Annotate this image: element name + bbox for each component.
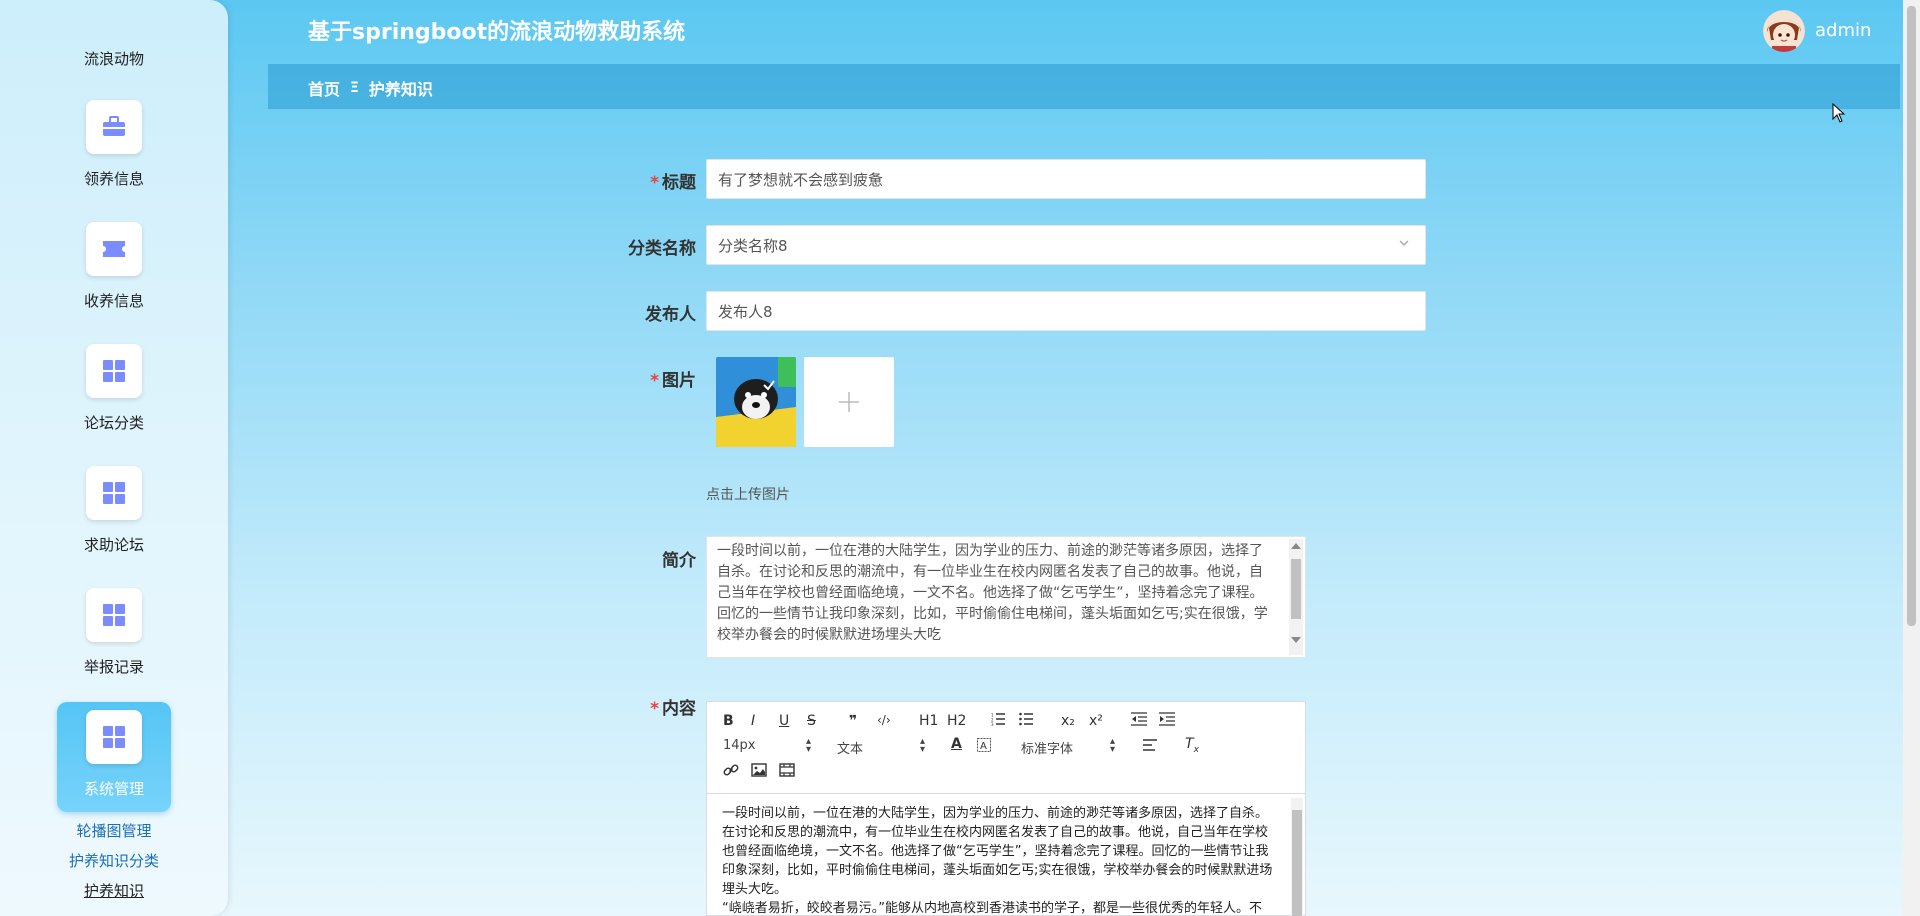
sidebar-item-help-forum[interactable]: 求助论坛 [57,458,171,568]
bold-button[interactable]: B [723,713,734,729]
svg-text:3: 3 [991,722,994,726]
background-color-icon[interactable]: A [977,738,991,756]
sidebar-item-label: 论坛分类 [83,414,144,432]
sidebar-top-label[interactable]: 流浪动物 [0,48,228,69]
publisher-label: 发布人 [645,305,696,325]
link-icon[interactable] [723,762,739,782]
editor-scrollbar[interactable] [1291,798,1303,916]
editor-toolbar: B I U S ❞ ‹/› H1 H2 123 x₂ x² 14px ▴ ▾ 文本… [707,702,1305,794]
editor-paragraph: 一段时间以前，一位在港的大陆学生，因为学业的压力、前途的渺茫等诸多原因，选择了自… [722,806,1273,897]
sidebar-item-label: 举报记录 [83,658,144,676]
image-insert-icon[interactable] [751,762,767,782]
scroll-down-icon[interactable] [1291,637,1301,643]
video-insert-icon[interactable] [779,762,795,782]
select-arrows-icon: ▴ ▾ [1109,736,1115,755]
subscript-button[interactable]: x₂ [1061,713,1075,729]
sidebar-item-label: 收养信息 [83,292,144,310]
select-arrows-icon: ▴ ▾ [919,736,925,755]
breadcrumb-separator: Ξ [350,80,359,96]
italic-button[interactable]: I [751,713,755,729]
blockquote-icon[interactable]: ❞ [849,713,857,729]
breadcrumb-bar: 首页 Ξ 护养知识 [268,64,1900,109]
upload-add-button[interactable] [804,357,894,447]
text-format-select[interactable]: 文本 ▴ ▾ [837,736,925,758]
summary-text: 一段时间以前，一位在港的大陆学生，因为学业的压力、前途的渺茫等诸多原因，选择了自… [717,543,1268,643]
heading2-button[interactable]: H2 [947,713,966,729]
sidebar-subitem-care-category[interactable]: 护养知识分类 [0,850,228,871]
font-family-select[interactable]: 标准字体 ▴ ▾ [1021,736,1115,758]
text-format-value: 文本 [837,742,864,757]
category-label: 分类名称 [628,239,696,259]
breadcrumb-current: 护养知识 [368,80,433,99]
scroll-up-icon[interactable] [1291,543,1301,549]
grid-icon [86,588,142,642]
select-arrows-icon: ▴ ▾ [805,736,811,755]
clear-format-icon[interactable]: Tx [1185,736,1199,755]
font-size-select[interactable]: 14px ▴ ▾ [723,736,811,756]
avatar[interactable] [1763,10,1805,52]
align-icon[interactable] [1143,738,1157,756]
svg-text:A: A [980,741,987,752]
summary-scrollbar[interactable] [1289,539,1303,655]
page-scrollbar[interactable] [1903,0,1920,916]
content-label: * 内容 [650,699,696,719]
image-label: * 图片 [650,371,696,391]
sidebar-item-fostering[interactable]: 收养信息 [57,214,171,324]
sidebar-subitem-carousel[interactable]: 轮播图管理 [0,820,228,841]
sidebar-item-system-management[interactable]: 系统管理 [57,702,171,812]
grid-icon [86,710,142,764]
category-selected-value: 分类名称8 [718,236,788,255]
required-mark: * [650,699,659,719]
required-mark: * [650,173,659,193]
breadcrumb-home[interactable]: 首页 [308,76,340,100]
category-select[interactable]: 分类名称8 [706,225,1426,265]
required-mark: * [650,371,659,391]
chevron-down-icon [1399,240,1409,247]
sidebar-item-label: 系统管理 [83,780,144,798]
upload-hint: 点击上传图片 [706,487,790,503]
breadcrumb: 首页 Ξ 护养知识 [308,76,433,100]
publisher-input[interactable]: 发布人8 [706,291,1426,331]
scrollbar-thumb[interactable] [1291,559,1301,619]
summary-textarea[interactable]: 一段时间以前，一位在港的大陆学生，因为学业的压力、前途的渺茫等诸多原因，选择了自… [706,536,1306,658]
font-color-icon[interactable]: A [951,736,962,752]
scrollbar-thumb[interactable] [1907,6,1916,626]
underline-button[interactable]: U [779,713,789,729]
title-label: * 标题 [650,173,696,193]
font-family-value: 标准字体 [1021,742,1074,757]
font-size-value: 14px [723,738,756,753]
sidebar-item-label: 求助论坛 [83,536,144,554]
summary-label: 简介 [662,551,696,571]
sidebar-item-label: 领养信息 [83,170,144,188]
sidebar-item-adoption[interactable]: 领养信息 [57,92,171,202]
mouse-cursor-icon [1832,103,1846,123]
sidebar: 流浪动物 领养信息 收养信息 论坛分类 求助论坛 举报记录 系统管理 轮播图管理… [0,0,228,916]
sidebar-item-reports[interactable]: 举报记录 [57,580,171,690]
app-title: 基于springboot的流浪动物救助系统 [308,20,686,45]
title-input[interactable]: 有了梦想就不会感到疲惫 [706,159,1426,199]
briefcase-icon [86,100,142,154]
ordered-list-icon[interactable]: 123 [991,712,1005,730]
plus-icon [839,392,859,412]
editor-content[interactable]: 一段时间以前，一位在港的大陆学生，因为学业的压力、前途的渺茫等诸多原因，选择了自… [707,794,1305,916]
heading1-button[interactable]: H1 [919,713,938,729]
editor-paragraph: “峣峣者易折，皎皎者易污。”能够从内地高校到香港读书的学子，都是一些很优秀的年轻… [722,901,1262,916]
sidebar-subitem-care-knowledge[interactable]: 护养知识 [0,880,228,901]
uploaded-image-thumbnail[interactable] [716,357,796,447]
username[interactable]: admin [1815,20,1871,41]
indent-icon[interactable] [1159,712,1175,730]
outdent-icon[interactable] [1131,712,1147,730]
code-block-icon[interactable]: ‹/› [877,713,891,727]
grid-icon [86,466,142,520]
grid-icon [86,344,142,398]
rich-text-editor[interactable]: B I U S ❞ ‹/› H1 H2 123 x₂ x² 14px ▴ ▾ 文本… [706,701,1306,916]
bullet-list-icon[interactable] [1019,712,1033,730]
sidebar-item-forum-category[interactable]: 论坛分类 [57,336,171,446]
superscript-button[interactable]: x² [1089,713,1103,729]
scrollbar-thumb[interactable] [1292,810,1302,916]
strikethrough-button[interactable]: S [807,713,816,729]
ticket-icon [86,222,142,276]
